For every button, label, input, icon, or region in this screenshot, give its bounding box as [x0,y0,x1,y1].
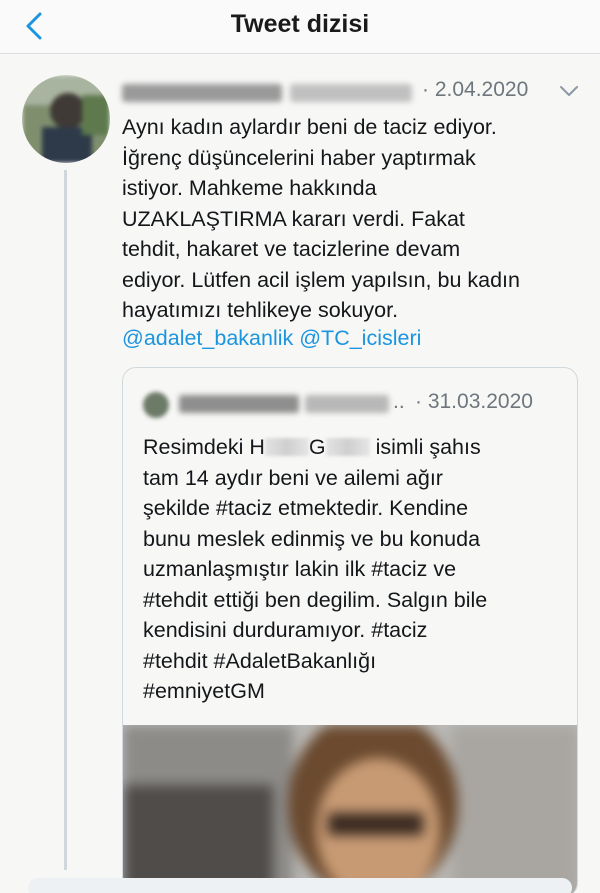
reply-bar[interactable] [28,878,572,893]
tweet-line: ediyor. Lütfen acil işlem yapılsın, bu k… [122,267,520,292]
mention-link[interactable]: @TC_icisleri [299,326,421,350]
mention-link[interactable]: @adalet_bakanlik [122,326,293,350]
author-name-redacted[interactable] [122,84,282,102]
thread-connector-line [64,170,67,870]
redacted-name-part [264,438,309,456]
quoted-text-fragment: isimli şahıs [369,435,481,459]
tweet-date[interactable]: · 2.04.2020 [422,78,528,102]
page-title: Tweet dizisi [230,10,370,38]
author-handle-redacted[interactable] [290,84,412,102]
chevron-down-icon [560,86,578,96]
quoted-line: #tehdit #AdaletBakanlığı [143,648,377,673]
tweet-line: hayatımızı tehlikeye sokuyor. [122,298,399,322]
quoted-handle-ellipsis: .. [393,390,405,413]
tweet-line: İğrenç düşüncelerini haber yaptırmak [122,145,476,170]
quoted-author-name-redacted[interactable] [179,395,299,413]
quoted-author-handle-redacted[interactable] [305,395,389,413]
quoted-line: kendisini durduramıyor. #taciz [143,618,428,642]
quoted-avatar[interactable] [143,392,169,418]
quoted-line: bunu meslek edinmiş ve bu konuda [143,526,481,551]
quoted-line: #tehdit ettiği ben degilim. Salgın bile [143,587,488,612]
quoted-line: şekilde #taciz etmektedir. Kendine [143,496,469,520]
tweet-menu-button[interactable] [558,82,580,100]
tweet-line: istiyor. Mahkeme hakkında [122,176,377,200]
quoted-tweet-text: Resimdeki H G isimli şahıs tam 14 aydır b… [143,432,563,707]
quoted-text-fragment: G [308,435,326,459]
quoted-line: #emniyetGM [143,679,265,703]
tweet-line: UZAKLAŞTIRMA kararı verdi. Fakat [122,206,465,231]
tweet-header: · 2.04.2020 [122,76,582,106]
quoted-text-fragment: Resimdeki H [143,435,265,459]
quoted-line: tam 14 aydır beni ve ailemi ağır [143,465,443,490]
tweet-mentions: @adalet_bakanlik @TC_icisleri [122,323,421,354]
quoted-line: Resimdeki H G isimli şahıs [143,432,563,463]
quoted-tweet-card[interactable]: .. · 31.03.2020 Resimdeki H G isimli şahı… [122,367,578,893]
tweet-line: tehdit, hakaret ve tacizlerine devam [122,237,461,261]
tweet-line: Aynı kadın aylardır beni de taciz ediyor… [122,115,497,139]
quoted-tweet-date[interactable]: · 31.03.2020 [415,390,533,414]
top-navigation-bar: Tweet dizisi [0,0,600,54]
quoted-line: uzmanlaşmıştır lakin ilk #taciz ve [143,557,457,581]
tweet-text: Aynı kadın aylardır beni de taciz ediyor… [122,112,582,326]
redacted-name-part [325,438,370,456]
avatar[interactable] [22,75,110,163]
quoted-tweet-photo[interactable] [123,725,577,893]
